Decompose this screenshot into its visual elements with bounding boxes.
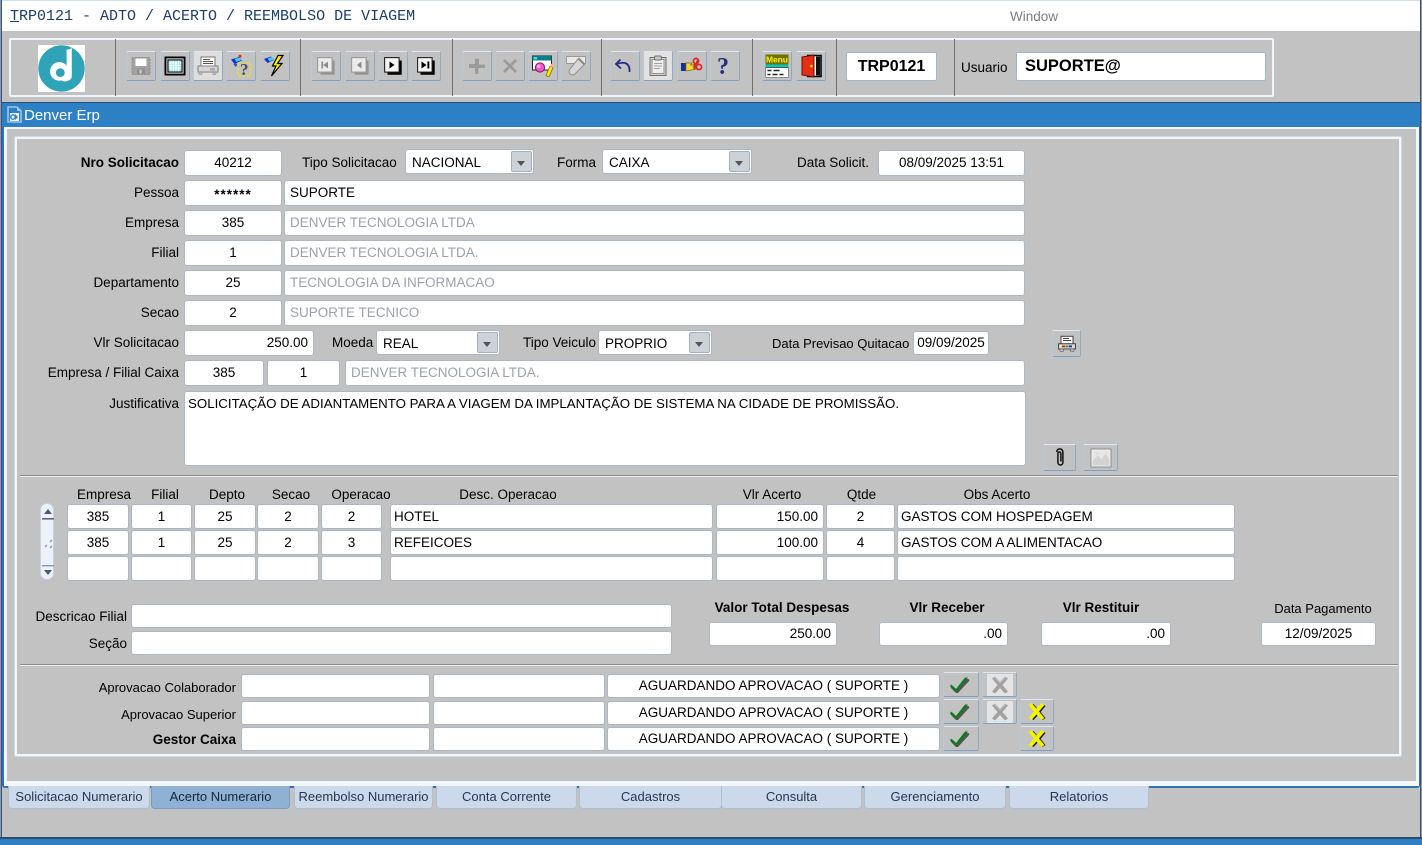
svg-text:Menu: Menu	[766, 55, 788, 65]
svg-text:?: ?	[717, 54, 729, 78]
svg-text:?: ?	[240, 60, 249, 78]
